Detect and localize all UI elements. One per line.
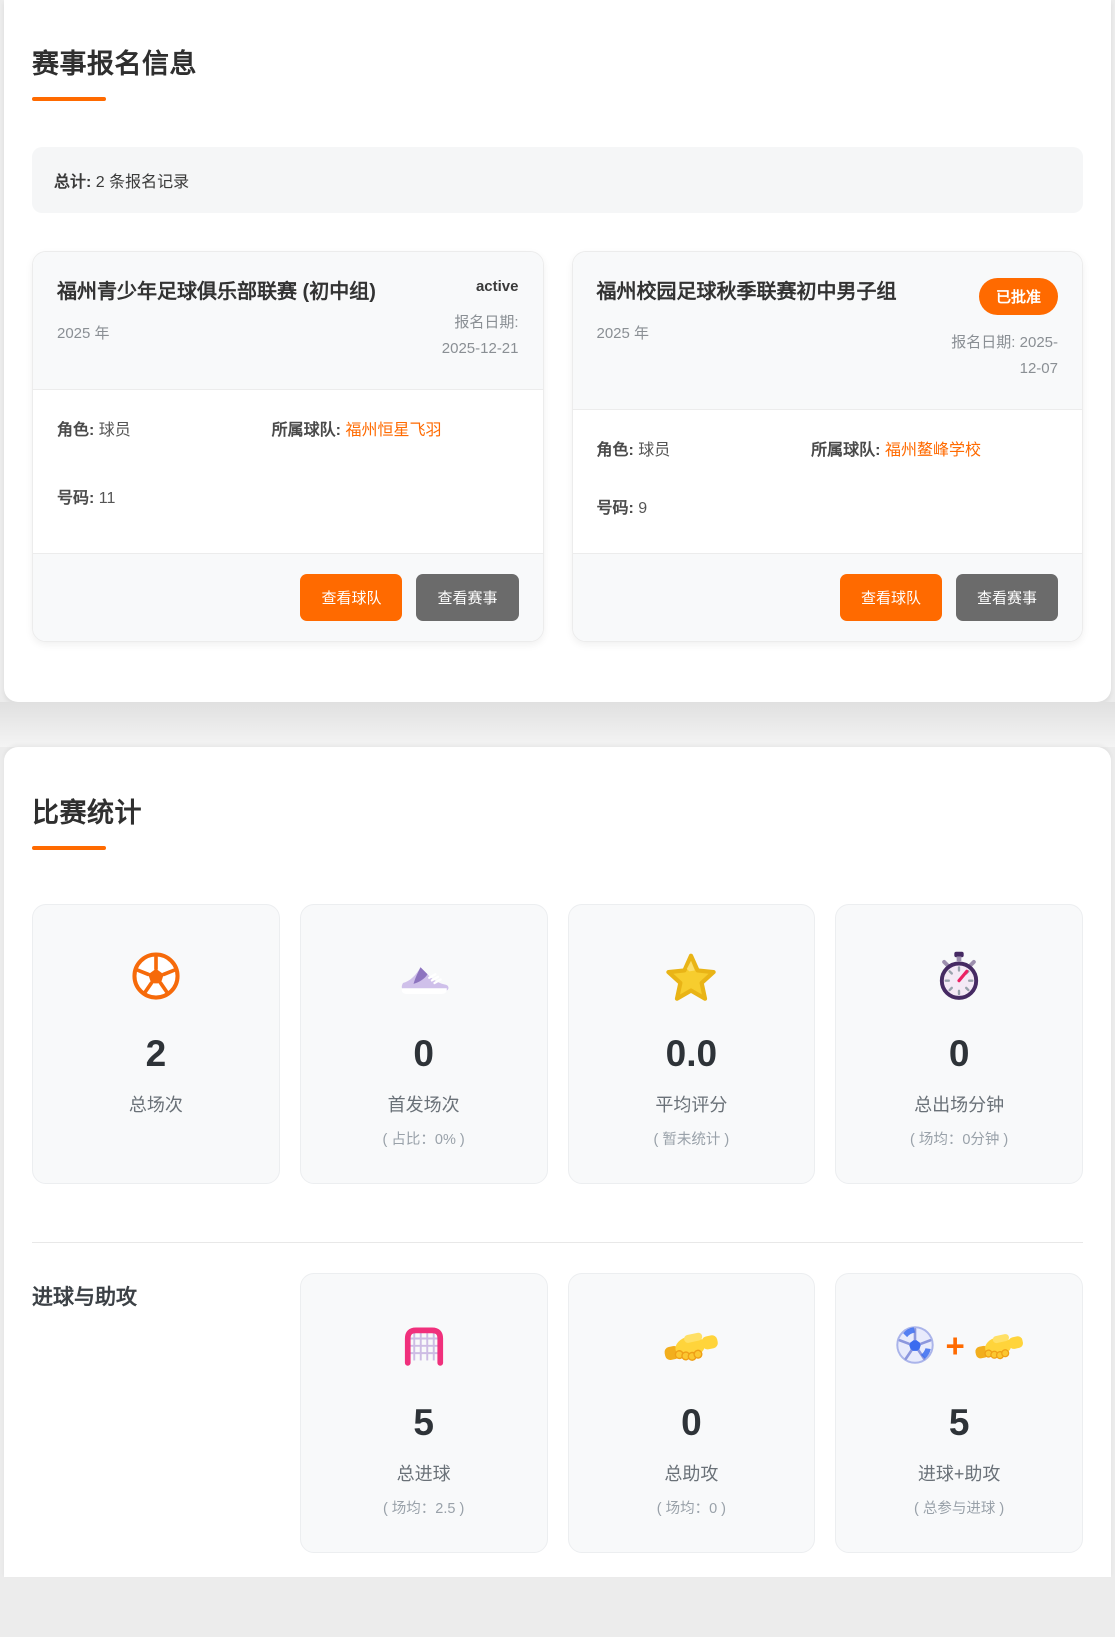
status-badge: 已批准	[978, 278, 1058, 315]
view-team-button[interactable]: 查看球队	[839, 574, 942, 622]
stat-card-goals-plus-assists: + 5 进球+助攻 (总参与进球)	[835, 1273, 1083, 1554]
goals-assists-subsection: 进球与助攻 5 总进球 ( 场均：2.5) 0 总助攻 (场均：0) + …	[32, 1242, 1083, 1554]
running-shoe-icon	[401, 967, 449, 995]
number-label: 号码:	[596, 499, 634, 517]
stat-label: 平均评分	[655, 1095, 728, 1116]
stat-label: 总进球	[396, 1464, 451, 1485]
registration-summary: 总计: 2 条报名记录	[32, 147, 1083, 213]
match-stats-title: 比赛统计	[32, 798, 142, 829]
summary-label: 总计:	[54, 174, 92, 191]
team-label: 所属球队:	[811, 442, 881, 459]
team-link[interactable]: 福州鳌峰学校	[885, 442, 981, 459]
registration-card: 福州青少年足球俱乐部联赛 (初中组) 2025 年 active 报名日期: 2…	[32, 251, 544, 643]
stat-value: 0.0	[665, 1033, 718, 1075]
stat-caption	[41, 1128, 271, 1143]
registration-section: 赛事报名信息 总计: 2 条报名记录 福州青少年足球俱乐部联赛 (初中组) 20…	[4, 0, 1111, 703]
view-team-button[interactable]: 查看球队	[300, 574, 403, 622]
stat-label: 总出场分钟	[914, 1095, 1005, 1116]
stat-value: 5	[413, 1402, 434, 1444]
registration-card-footer: 查看球队 查看赛事	[33, 553, 543, 642]
star-icon	[666, 953, 717, 1001]
number-label: 号码:	[57, 489, 95, 507]
soccer-ball-blue-icon	[896, 1326, 935, 1364]
plus-icon: +	[945, 1326, 965, 1364]
team-link[interactable]: 福州恒星飞羽	[345, 422, 441, 439]
number-value: 11	[98, 489, 116, 507]
stat-caption: ( 暂未统计 )	[653, 1132, 730, 1149]
summary-text: 2 条报名记录	[91, 174, 190, 191]
stat-value: 2	[145, 1033, 167, 1075]
stat-caption: ( 场均：0 )	[656, 1501, 727, 1518]
stat-value: 0	[681, 1402, 702, 1444]
stat-label: 总助攻	[664, 1464, 719, 1485]
stat-value: 0	[948, 1033, 970, 1075]
role-field: 角色: 球员	[597, 438, 812, 464]
handshake-icon	[975, 1334, 1023, 1360]
stat-caption: ( 占比：0% )	[382, 1132, 465, 1149]
stat-caption: ( 场均：0分钟 )	[909, 1132, 1009, 1149]
stats-row: 2 总场次 0 首发场次 ( 占比：0% ) 0.0 平均评分 (暂未统计)…	[32, 904, 1083, 1185]
stat-card-avg-rating: 0.0 平均评分 ( 暂未统计 )	[567, 904, 816, 1185]
role-value: 球员	[638, 442, 671, 459]
role-value: 球员	[98, 422, 131, 439]
match-stats-section: 比赛统计 2 总场次 0 首发场次 (占比：0%) 0.0 平均评分 (暂…	[4, 747, 1111, 1578]
stat-card-starts: 0 首发场次 ( 占比：0% )	[299, 904, 548, 1185]
registration-section-title: 赛事报名信息	[32, 49, 197, 79]
registration-card-header: 福州青少年足球俱乐部联赛 (初中组) 2025 年 active 报名日期: 2…	[33, 252, 543, 390]
soccer-ball-orange-icon	[132, 952, 180, 1000]
registration-card-footer: 查看球队 查看赛事	[572, 553, 1082, 642]
status-badge: active	[475, 278, 519, 295]
event-year: 2025 年	[57, 325, 110, 342]
registration-date: 报名日期: 2025-12-21	[441, 314, 519, 357]
stat-card-total-goals: 5 总进球 ( 场均：2.5 )	[299, 1273, 548, 1554]
handshake-icon	[664, 1332, 719, 1362]
stat-label: 进球+助攻	[917, 1464, 1001, 1485]
title-underline	[32, 846, 106, 851]
stat-value: 5	[948, 1402, 970, 1444]
role-label: 角色:	[57, 422, 95, 439]
event-year: 2025 年	[596, 325, 650, 342]
role-label: 角色:	[596, 442, 634, 459]
stat-value: 0	[413, 1033, 434, 1075]
stat-card-total-assists: 0 总助攻 ( 场均：0 )	[567, 1273, 816, 1554]
team-label: 所属球队:	[271, 422, 341, 439]
section-gap	[0, 702, 1115, 748]
stat-label: 总场次	[128, 1095, 183, 1116]
view-event-button[interactable]: 查看赛事	[955, 574, 1058, 622]
stat-card-total-minutes: 0 总出场分钟 ( 场均：0分钟 )	[835, 904, 1083, 1185]
event-title: 福州校园足球秋季联赛初中男子组	[596, 281, 897, 303]
goal-net-icon	[404, 1327, 443, 1366]
stat-caption: ( 场均：2.5 )	[382, 1501, 465, 1518]
registration-date: 报名日期: 2025- 12-07	[951, 334, 1058, 377]
registration-card-list: 福州青少年足球俱乐部联赛 (初中组) 2025 年 active 报名日期: 2…	[32, 251, 1083, 643]
view-event-button[interactable]: 查看赛事	[416, 574, 519, 622]
registration-card-body: 角色: 球员 所属球队: 福州恒星飞羽 号码: 11	[33, 390, 543, 553]
title-underline	[32, 97, 106, 101]
team-field: 所属球队: 福州恒星飞羽	[272, 418, 519, 454]
number-field: 号码: 11	[57, 486, 272, 522]
stat-caption: ( 总参与进球 )	[914, 1501, 1005, 1518]
registration-card-body: 角色: 球员 所属球队: 福州鳌峰学校 号码: 9	[573, 410, 1083, 553]
number-value: 9	[638, 499, 648, 517]
role-field: 角色: 球员	[57, 418, 272, 454]
registration-card-header: 福州校园足球秋季联赛初中男子组 2025 年 已批准 报名日期: 2025- 1…	[572, 252, 1082, 410]
registration-card: 福州校园足球秋季联赛初中男子组 2025 年 已批准 报名日期: 2025- 1…	[571, 251, 1083, 643]
team-field: 所属球队: 福州鳌峰学校	[811, 438, 1058, 464]
stopwatch-icon	[939, 951, 979, 1001]
stat-label: 首发场次	[387, 1095, 460, 1116]
number-field: 号码: 9	[597, 496, 812, 522]
event-title: 福州青少年足球俱乐部联赛 (初中组)	[57, 281, 376, 303]
goals-assists-title: 进球与助攻	[32, 1286, 137, 1310]
stat-card-total-matches: 2 总场次	[32, 904, 280, 1185]
